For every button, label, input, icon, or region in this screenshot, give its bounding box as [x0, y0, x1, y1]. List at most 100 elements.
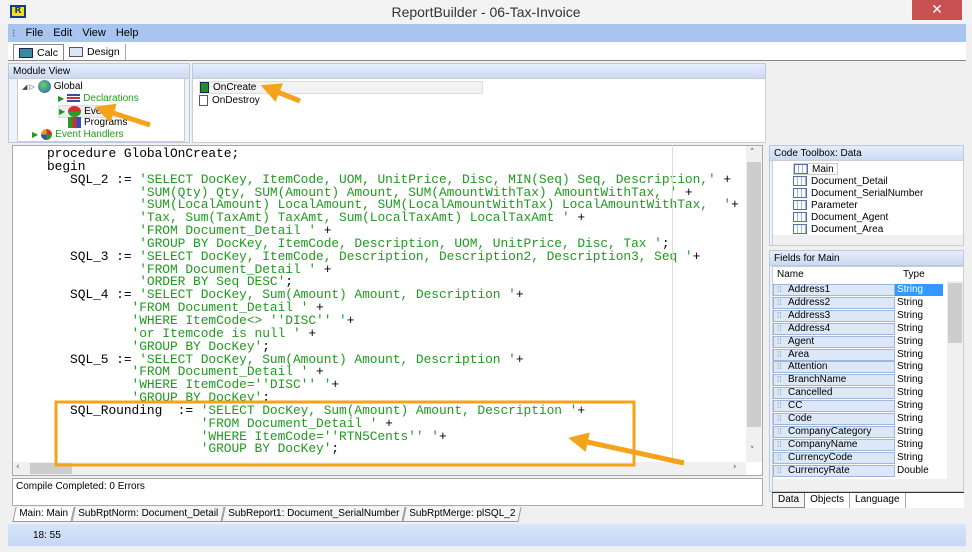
editor-horizontal-scroll-thumb[interactable]	[30, 463, 72, 474]
field-name: Address3	[773, 309, 895, 322]
programs-icon	[68, 117, 81, 128]
field-name: CurrencyRate	[773, 464, 895, 477]
field-name: Attention	[773, 361, 895, 374]
field-name: Address4	[773, 322, 895, 335]
menu-edit[interactable]: Edit	[53, 27, 72, 39]
tab-subrptnorm[interactable]: SubRptNorm: Document_Detail	[71, 507, 225, 522]
code-token: +	[692, 248, 701, 264]
field-row[interactable]: CompanyCategoryString	[773, 425, 943, 438]
code-token: ;	[331, 441, 340, 457]
fields-vertical-scrollbar[interactable]	[947, 281, 963, 479]
field-type: String	[897, 400, 924, 412]
column-header-name[interactable]: Name	[777, 269, 804, 280]
tab-main[interactable]: Main: Main	[12, 507, 75, 522]
fields-table: Name Type Address1StringAddress2StringAd…	[772, 266, 964, 492]
tab-language[interactable]: Language	[850, 493, 906, 508]
column-header-type[interactable]: Type	[903, 269, 925, 280]
code-toolbox-list: Main Document_Detail Document_SerialNumb…	[772, 160, 964, 246]
code-token: +	[715, 171, 732, 187]
toolbox-item[interactable]: Document_Agent	[793, 211, 888, 223]
field-row[interactable]: AreaString	[773, 348, 943, 361]
toolbox-item[interactable]: Document_Area	[793, 223, 883, 235]
tree-node-declarations[interactable]: ▶ Declarations	[58, 93, 139, 104]
menu-view[interactable]: View	[82, 27, 106, 39]
code-token: +	[438, 428, 447, 444]
field-row[interactable]: CancelledString	[773, 387, 943, 400]
field-name: Cancelled	[773, 387, 895, 400]
field-type: String	[897, 348, 924, 360]
tab-objects[interactable]: Objects	[805, 493, 851, 508]
field-type: String	[897, 374, 924, 386]
tab-subreport1[interactable]: SubReport1: Document_SerialNumber	[221, 507, 406, 522]
field-name: CurrencyCode	[773, 451, 895, 464]
string-literal: 'GROUP BY DocKey'	[200, 441, 332, 457]
field-name: Agent	[773, 335, 895, 348]
event-ondestroy[interactable]: OnDestroy	[199, 94, 483, 107]
field-row[interactable]: AgentString	[773, 335, 943, 348]
tab-subrptmerge[interactable]: SubRptMerge: plSQL_2	[402, 507, 522, 522]
tab-data[interactable]: Data	[772, 493, 806, 508]
field-name: CompanyName	[773, 438, 895, 451]
field-name: Address1	[773, 284, 895, 296]
close-button[interactable]: ✕	[912, 0, 962, 20]
compile-messages: Compile Completed: 0 Errors	[12, 478, 763, 506]
field-type: String	[897, 361, 924, 373]
design-icon	[69, 47, 84, 57]
field-row[interactable]: Address4String	[773, 322, 943, 335]
script-icon	[200, 82, 209, 93]
code-token: +	[577, 402, 586, 418]
field-type: String	[897, 335, 924, 347]
field-type: String	[897, 425, 924, 437]
field-row[interactable]: CCString	[773, 400, 943, 413]
field-row[interactable]: Address2String	[773, 296, 943, 309]
field-row[interactable]: AttentionString	[773, 361, 943, 374]
table-icon	[793, 176, 807, 186]
tab-design[interactable]: Design	[64, 44, 126, 60]
code-token: +	[515, 287, 524, 303]
field-type: String	[897, 296, 924, 308]
code-token: +	[515, 351, 524, 367]
code-text[interactable]: procedure GlobalOnCreate; begin SQL_2 := …	[47, 147, 739, 457]
field-type: String	[897, 413, 924, 424]
code-token: +	[316, 261, 332, 277]
window-title: ReportBuilder - 06-Tax-Invoice	[391, 4, 581, 20]
field-name: CompanyCategory	[773, 425, 895, 438]
editor-horizontal-scrollbar[interactable]: ‹ ›	[13, 462, 746, 475]
code-token: +	[731, 197, 739, 213]
menu-help[interactable]: Help	[116, 27, 139, 39]
field-type: String	[897, 451, 924, 463]
field-row[interactable]: CompanyNameString	[773, 438, 943, 451]
code-line: procedure GlobalOnCreate;	[47, 147, 739, 161]
code-line: 'GROUP BY DocKey';	[47, 441, 739, 457]
tab-calc[interactable]: Calc	[13, 44, 65, 60]
calculator-icon	[19, 47, 33, 58]
field-row[interactable]: Address3String	[773, 309, 943, 322]
field-row[interactable]: CurrencyRateDouble	[773, 464, 943, 477]
toolbox-item-main[interactable]: Main	[793, 163, 838, 175]
declarations-icon	[67, 94, 81, 103]
toolbox-item[interactable]: Document_SerialNumber	[793, 187, 923, 199]
tree-node-global[interactable]: ◢ ▷ Global	[22, 80, 83, 93]
menu-file[interactable]: File	[26, 27, 44, 39]
menu-bar: ⁝ File Edit View Help	[8, 24, 966, 42]
field-name: BranchName	[773, 374, 895, 387]
field-type: Double	[897, 464, 929, 476]
document-icon	[199, 95, 208, 106]
toolbox-item[interactable]: Parameter	[793, 199, 858, 211]
table-icon	[793, 188, 807, 198]
editor-vertical-scroll-thumb[interactable]	[747, 162, 761, 427]
fields-horizontal-scrollbar[interactable]	[773, 479, 963, 491]
tree-node-event-handlers[interactable]: ▶ Event Handlers	[32, 129, 124, 140]
fields-title: Fields for Main	[770, 251, 963, 266]
field-row[interactable]: CodeString	[773, 413, 943, 425]
toolbox-item[interactable]: Document_Detail	[793, 175, 888, 187]
code-editor[interactable]: procedure GlobalOnCreate; begin SQL_2 := …	[12, 145, 763, 476]
field-type: String	[897, 387, 924, 399]
globe-icon	[37, 80, 51, 93]
tree-node-programs[interactable]: Programs	[68, 117, 127, 128]
toolbox-horizontal-scrollbar[interactable]	[773, 235, 963, 245]
event-oncreate[interactable]: OnCreate	[199, 81, 483, 94]
field-row[interactable]: Address1String	[773, 284, 943, 296]
field-row[interactable]: CurrencyCodeString	[773, 451, 943, 464]
field-row[interactable]: BranchNameString	[773, 374, 943, 387]
